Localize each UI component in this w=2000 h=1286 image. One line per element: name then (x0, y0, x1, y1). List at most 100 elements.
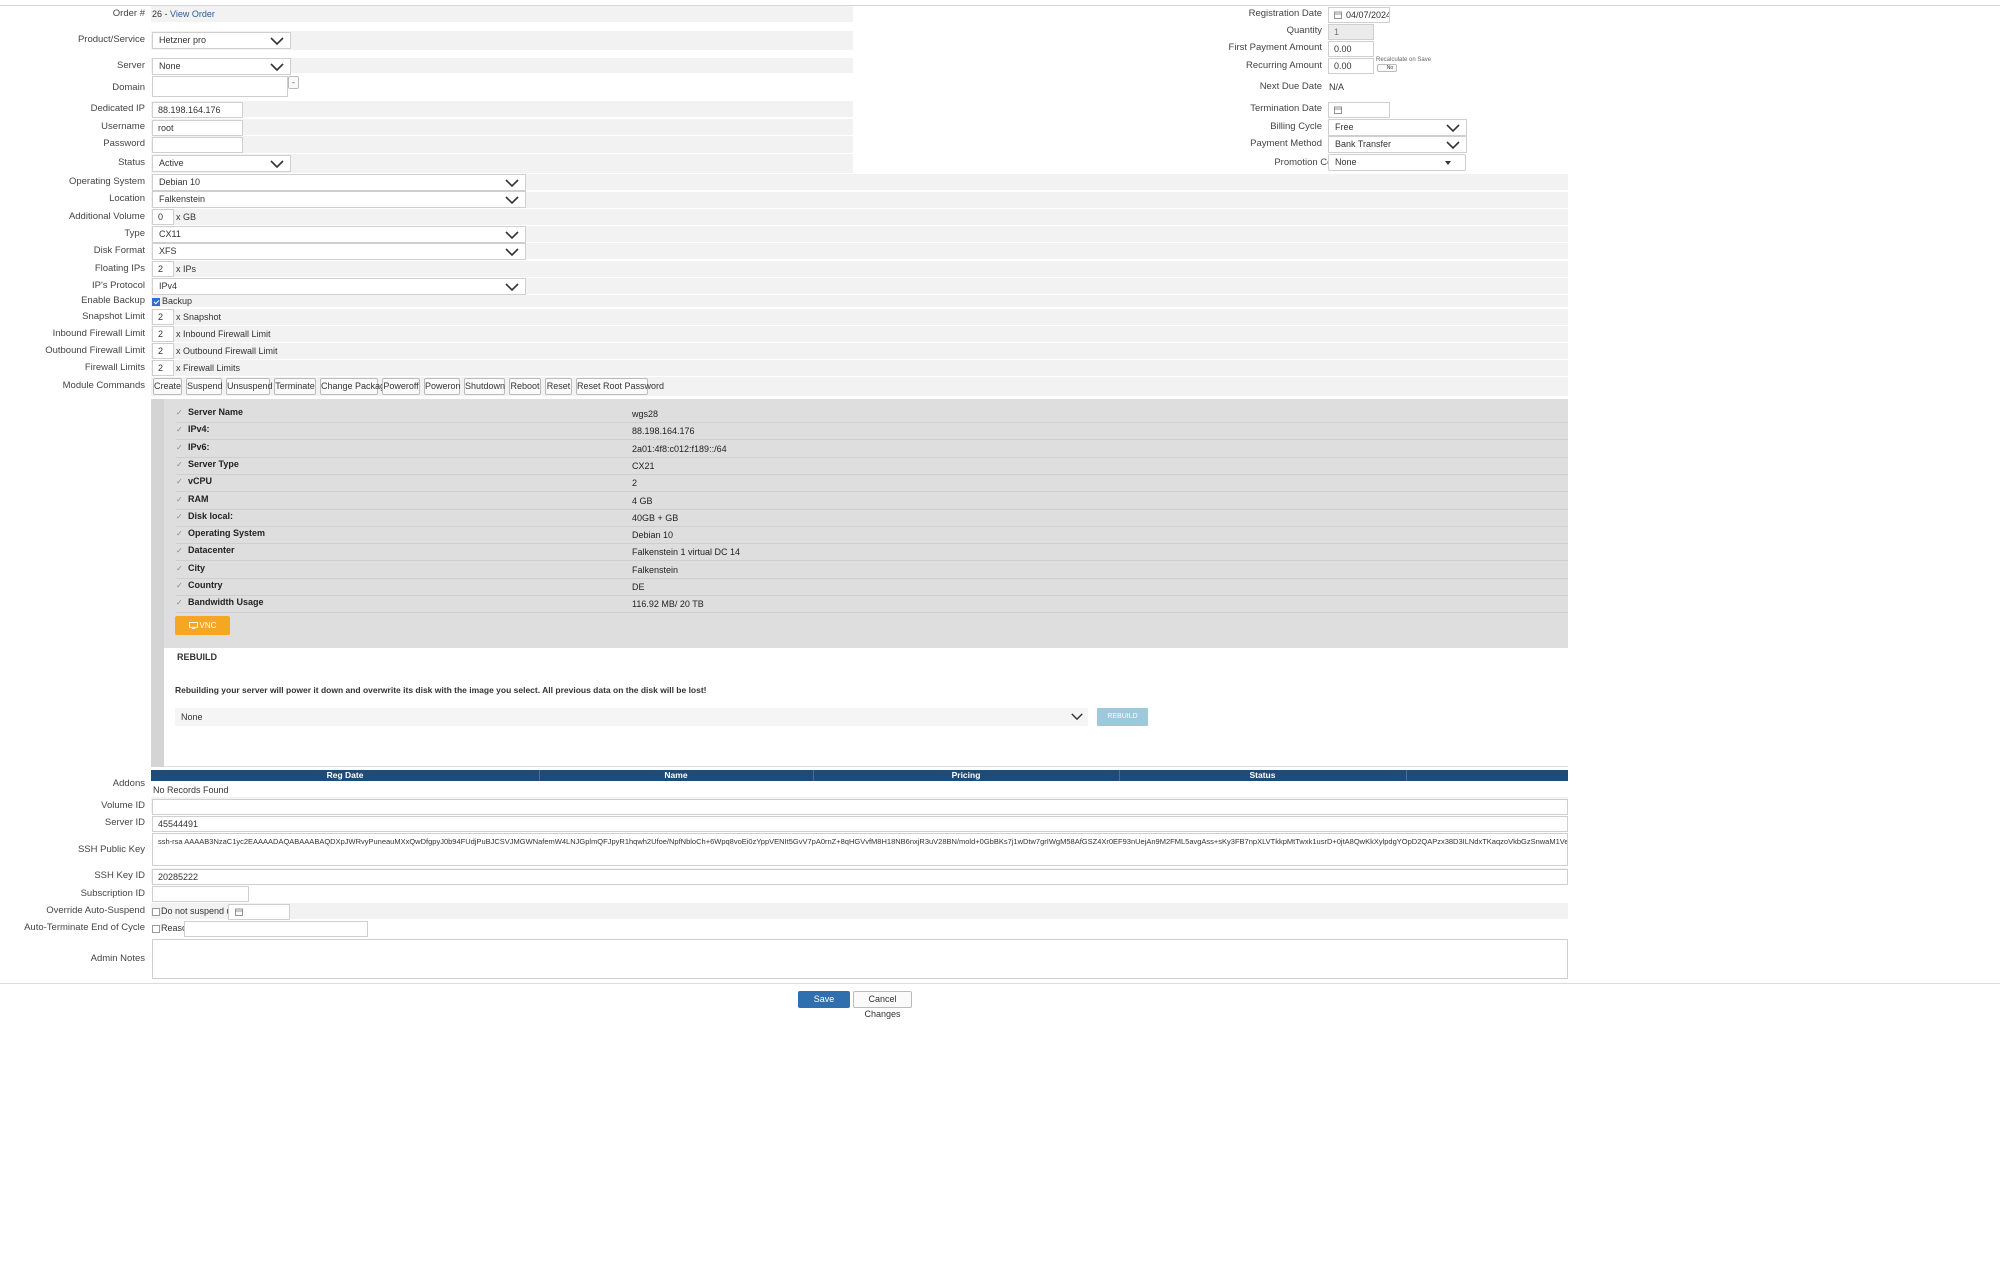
server-info-row: ✓ Disk local: 40GB + GB (176, 509, 1568, 527)
server-select-value: None (159, 61, 181, 71)
registration-date-label: Registration Date (1248, 8, 1322, 19)
domain-input[interactable] (152, 76, 288, 97)
password-input[interactable] (152, 137, 243, 153)
check-icon: ✓ (176, 546, 183, 556)
next-due-value: N/A (1329, 82, 1345, 92)
server-info-value: Debian 10 (632, 530, 674, 541)
view-order-link[interactable]: View Order (170, 9, 215, 19)
auto-terminate-reason-input[interactable] (184, 921, 368, 937)
subscription-id-label: Subscription ID (80, 888, 145, 899)
firewall-limits-input[interactable]: 2 (152, 360, 174, 376)
unsuspend-button[interactable]: Unsuspend (226, 378, 273, 395)
first-payment-input[interactable]: 0.00 (1328, 41, 1374, 57)
backup-checkbox[interactable] (152, 298, 160, 306)
admin-notes-label: Admin Notes (90, 953, 145, 964)
vnc-button[interactable]: VNC (175, 616, 230, 635)
registration-date-input[interactable]: 04/07/2024 (1328, 7, 1390, 23)
billing-cycle-label: Billing Cycle (1270, 121, 1322, 132)
os-select[interactable]: Debian 10 (152, 174, 526, 191)
additional-volume-input[interactable]: 0 (152, 209, 174, 225)
next-due-label: Next Due Date (1259, 81, 1322, 92)
server-info-value: 2a01:4f8:c012:f189::/64 (632, 443, 727, 454)
disk-format-label: Disk Format (93, 245, 145, 256)
terminate-button[interactable]: Terminate (274, 378, 316, 395)
server-info-row: ✓ Bandwidth Usage 116.92 MB/ 20 TB (176, 595, 1568, 614)
outbound-firewall-input[interactable]: 2 (152, 343, 174, 359)
calendar-icon (1334, 106, 1342, 114)
reset-button[interactable]: Reset (545, 378, 572, 395)
calendar-icon (1334, 11, 1342, 19)
reboot-button[interactable]: Reboot (509, 378, 541, 395)
row-band (151, 209, 1568, 225)
payment-method-select[interactable]: Bank Transfer (1328, 136, 1467, 153)
change-package-button[interactable]: Change Package (320, 378, 390, 395)
termination-date-input[interactable] (1328, 102, 1390, 118)
ssh-key-id-label: SSH Key ID (94, 870, 145, 881)
server-id-input[interactable]: 45544491 (152, 816, 1568, 832)
create-button[interactable]: Create (153, 378, 182, 395)
col-pricing[interactable]: Pricing (813, 770, 1119, 781)
ssh-public-key-label: SSH Public Key (77, 844, 145, 855)
chevron-down-icon (505, 179, 519, 188)
server-info-row: ✓ City Falkenstein (176, 561, 1568, 579)
domain-expand-button[interactable]: - (288, 76, 299, 89)
check-icon: ✓ (176, 477, 183, 487)
auto-terminate-checkbox[interactable] (152, 925, 160, 933)
cancel-changes-button[interactable]: Cancel Changes (853, 991, 912, 1019)
subscription-id-input[interactable] (152, 886, 249, 902)
rebuild-title: REBUILD (177, 652, 217, 662)
floating-ips-input[interactable]: 2 (152, 261, 174, 277)
promotion-code-select[interactable]: None (1328, 154, 1466, 171)
quantity-input[interactable]: 1 (1328, 24, 1374, 40)
reset-root-password-button[interactable]: Reset Root Password (576, 378, 664, 395)
location-select-value: Falkenstein (159, 194, 206, 204)
ip-protocol-label: IP's Protocol (91, 280, 145, 291)
addons-label: Addons (112, 778, 145, 789)
col-name[interactable]: Name (539, 770, 813, 781)
suspend-until-date-input[interactable] (228, 904, 290, 920)
location-select[interactable]: Falkenstein (152, 191, 526, 208)
type-select[interactable]: CX11 (152, 226, 526, 243)
product-select[interactable]: Hetzner pro (152, 32, 291, 49)
status-select[interactable]: Active (152, 155, 291, 172)
ssh-key-id-input[interactable]: 20285222 (152, 869, 1568, 885)
admin-notes-textarea[interactable] (152, 939, 1568, 979)
chevron-down-icon (505, 248, 519, 257)
poweroff-button[interactable]: Poweroff (382, 378, 420, 395)
snapshot-limit-input[interactable]: 2 (152, 309, 174, 325)
poweron-button[interactable]: Poweron (424, 378, 461, 395)
recurring-input[interactable]: 0.00 (1328, 58, 1374, 74)
product-select-value: Hetzner pro (159, 35, 207, 45)
override-auto-suspend-checkbox[interactable] (152, 908, 160, 916)
ip-protocol-select[interactable]: IPv4 (152, 278, 526, 295)
col-reg-date[interactable]: Reg Date (151, 770, 539, 781)
chevron-down-icon (1071, 713, 1083, 721)
inbound-firewall-unit: x Inbound Firewall Limit (176, 329, 271, 339)
chevron-down-icon (505, 283, 519, 292)
recalculate-toggle[interactable]: No (1377, 64, 1397, 72)
volume-id-label: Volume ID (101, 800, 145, 811)
payment-method-value: Bank Transfer (1335, 139, 1392, 149)
billing-cycle-select[interactable]: Free (1328, 119, 1467, 136)
username-label: Username (101, 121, 145, 132)
disk-format-select[interactable]: XFS (152, 243, 526, 260)
inbound-firewall-label: Inbound Firewall Limit (52, 328, 145, 339)
rebuild-image-select[interactable]: None (175, 708, 1088, 726)
save-changes-button[interactable]: Save Changes (798, 991, 850, 1021)
col-status[interactable]: Status (1119, 770, 1406, 781)
ssh-public-key-textarea[interactable]: ssh-rsa AAAAB3NzaC1yc2EAAAADAQABAAABAQDX… (152, 833, 1568, 866)
volume-id-input[interactable] (152, 799, 1568, 815)
suspend-button[interactable]: Suspend (186, 378, 223, 395)
shutdown-button[interactable]: Shutdown (464, 378, 505, 395)
username-input[interactable]: root (152, 120, 243, 136)
rebuild-button[interactable]: REBUILD (1097, 708, 1148, 726)
server-info-row: ✓ Datacenter Falkenstein 1 virtual DC 14 (176, 543, 1568, 562)
server-select[interactable]: None (152, 58, 291, 75)
chevron-down-icon (270, 63, 284, 72)
server-info-row: ✓ Country DE (176, 578, 1568, 596)
inbound-firewall-input[interactable]: 2 (152, 326, 174, 342)
firewall-limits-unit: x Firewall Limits (176, 363, 241, 373)
dedicated-ip-input[interactable]: 88.198.164.176 (152, 102, 243, 118)
domain-label: Domain (112, 82, 145, 93)
recurring-label: Recurring Amount (1245, 60, 1322, 71)
